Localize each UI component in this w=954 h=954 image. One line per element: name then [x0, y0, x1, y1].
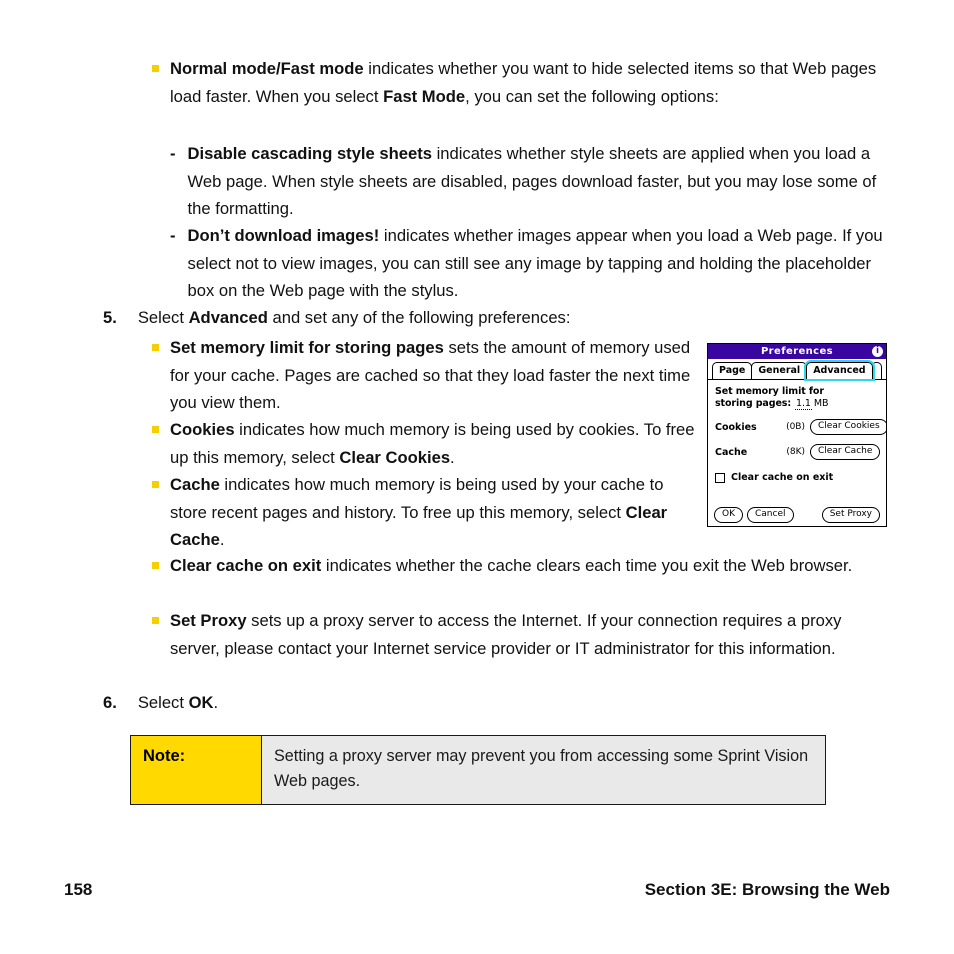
tab-page[interactable]: Page: [712, 362, 753, 379]
clear-cache-on-exit-label: Clear cache on exit: [731, 472, 834, 483]
palm-body: Set memory limit for storing pages: 1.1 MB…: [708, 380, 886, 483]
clear-cache-button[interactable]: Clear Cache: [810, 444, 881, 460]
memory-limit-label-line1: Set memory limit for: [715, 386, 824, 397]
numbered-step-6: 6. Select OK.: [103, 689, 893, 717]
dash-bullet-icon: -: [170, 226, 176, 245]
list-item: Set memory limit for storing pages sets …: [152, 334, 697, 417]
dash-bullet-icon: -: [170, 144, 176, 163]
set-proxy-button[interactable]: Set Proxy: [821, 507, 880, 523]
list-item-text: Clear cache on exit indicates whether th…: [170, 556, 853, 575]
list-item-text: Don’t download images! indicates whether…: [187, 226, 883, 300]
note-callout: Note: Setting a proxy server may prevent…: [130, 735, 826, 805]
square-bullet-icon: [152, 426, 159, 433]
list-item: Cache indicates how much memory is being…: [152, 471, 697, 554]
list-item: - Don’t download images! indicates wheth…: [170, 222, 889, 305]
memory-limit-field: Set memory limit for storing pages: 1.1 MB: [715, 386, 879, 410]
note-label: Note:: [131, 736, 262, 804]
square-bullet-icon: [152, 481, 159, 488]
list-item: Clear cache on exit indicates whether th…: [152, 552, 889, 580]
list-item-text: Set Proxy sets up a proxy server to acce…: [170, 611, 842, 658]
palm-dialog-footer: OK Cancel Set Proxy: [708, 507, 886, 523]
square-bullet-icon: [152, 344, 159, 351]
step-number: 5.: [103, 308, 117, 327]
palm-window-title: Preferences: [760, 345, 834, 357]
cache-row: Cache (8K) Clear Cache: [715, 444, 881, 460]
cancel-button[interactable]: Cancel: [747, 507, 794, 523]
list-item-text: Cache indicates how much memory is being…: [170, 475, 668, 549]
square-bullet-icon: [152, 617, 159, 624]
ok-button[interactable]: OK: [714, 507, 743, 523]
clear-cache-on-exit-checkbox[interactable]: [715, 472, 725, 483]
cache-label: Cache: [715, 446, 748, 458]
list-item-text: Set memory limit for storing pages sets …: [170, 338, 691, 412]
clear-cookies-button[interactable]: Clear Cookies: [810, 419, 886, 435]
cookies-size: (0B): [786, 422, 805, 432]
palm-preferences-screenshot: Preferences i Page General Advanced Set …: [707, 343, 887, 527]
list-item: Cookies indicates how much memory is bei…: [152, 416, 697, 471]
clear-cache-on-exit-row[interactable]: Clear cache on exit: [715, 472, 879, 483]
footer-section-title: Section 3E: Browsing the Web: [644, 880, 890, 899]
cookies-label: Cookies: [715, 421, 757, 433]
footer-page-number: 158: [64, 880, 93, 899]
list-item: Set Proxy sets up a proxy server to acce…: [152, 607, 889, 662]
memory-limit-label-line2: storing pages:: [715, 398, 792, 409]
step-text: Select Advanced and set any of the follo…: [137, 308, 571, 327]
memory-limit-value[interactable]: 1.1: [795, 398, 812, 410]
cache-size: (8K): [786, 447, 805, 457]
step-number: 6.: [103, 693, 117, 712]
note-text: Setting a proxy server may prevent you f…: [262, 736, 825, 804]
memory-limit-unit: MB: [813, 398, 829, 409]
list-item-text: Disable cascading style sheets indicates…: [187, 144, 877, 218]
numbered-step-5: 5. Select Advanced and set any of the fo…: [103, 304, 893, 332]
info-icon[interactable]: i: [872, 346, 883, 357]
palm-titlebar: Preferences i: [708, 344, 886, 359]
square-bullet-icon: [152, 65, 159, 72]
list-item: Normal mode/Fast mode indicates whether …: [152, 55, 889, 110]
cookies-row: Cookies (0B) Clear Cookies: [715, 419, 886, 435]
tab-general[interactable]: General: [751, 362, 808, 379]
list-item: - Disable cascading style sheets indicat…: [170, 140, 889, 223]
document-page: Normal mode/Fast mode indicates whether …: [0, 0, 954, 954]
tab-advanced[interactable]: Advanced: [804, 360, 875, 381]
list-item-text: Normal mode/Fast mode indicates whether …: [170, 59, 877, 106]
square-bullet-icon: [152, 562, 159, 569]
page-footer: 158 Section 3E: Browsing the Web: [64, 880, 890, 900]
step-text: Select OK.: [137, 693, 219, 712]
list-item-text: Cookies indicates how much memory is bei…: [170, 420, 695, 467]
palm-tab-bar: Page General Advanced: [708, 359, 886, 381]
